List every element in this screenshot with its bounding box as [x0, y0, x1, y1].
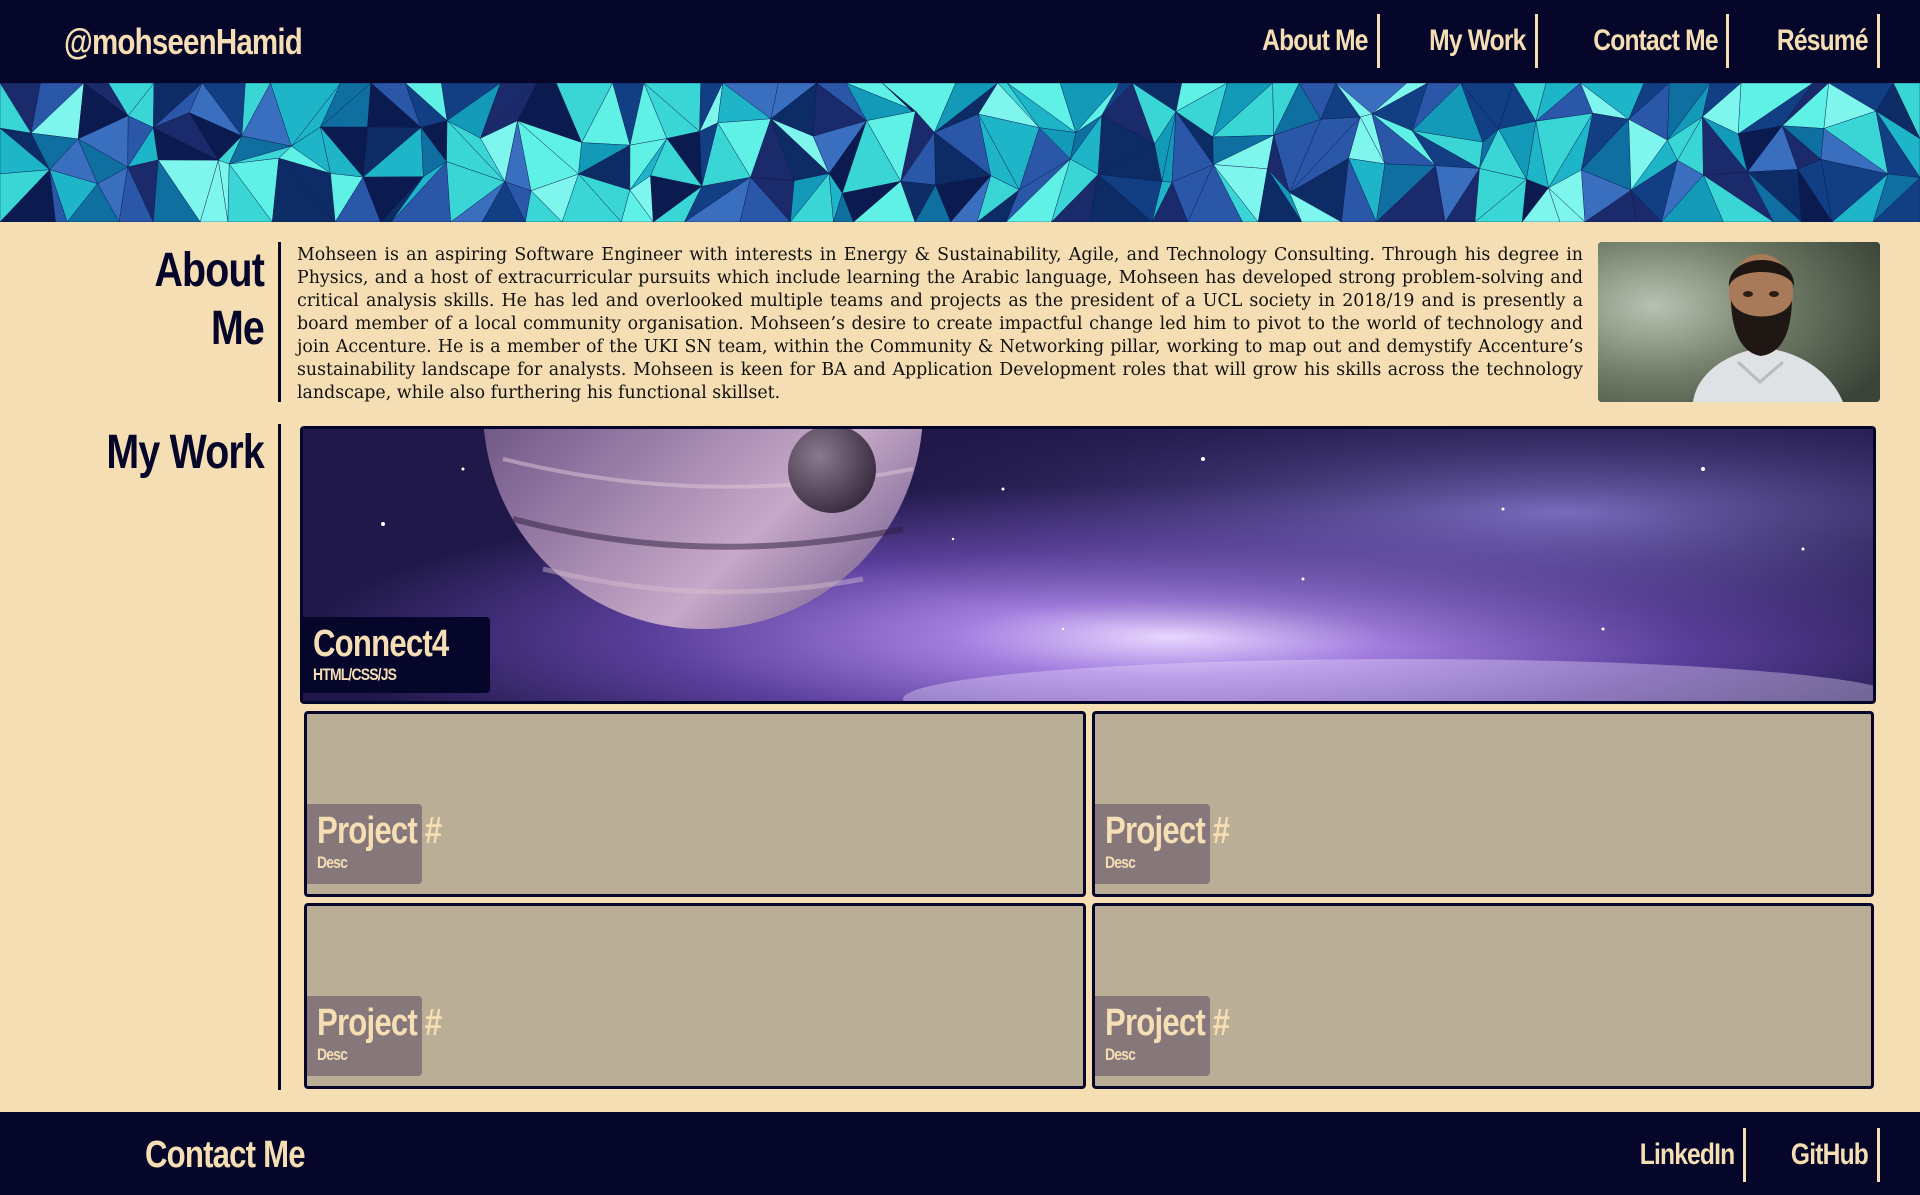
project-desc: Desc: [1105, 1045, 1136, 1064]
footer-links: LinkedIn GitHub: [1591, 1128, 1880, 1182]
profile-photo: [1598, 242, 1880, 402]
project-caption: Project # Desc: [307, 996, 442, 1076]
project-title: Project #: [317, 1002, 442, 1044]
site-header: @mohseenHamid About Me My Work Contact M…: [0, 0, 1920, 83]
project-card[interactable]: Project # Desc: [304, 711, 1086, 897]
site-footer: Contact Me LinkedIn GitHub: [0, 1112, 1920, 1195]
project-title: Project #: [317, 810, 442, 852]
project-card[interactable]: Project # Desc: [304, 903, 1086, 1089]
project-title: Project #: [1105, 1002, 1230, 1044]
hero-banner-image: [0, 83, 1920, 222]
project-card[interactable]: Project # Desc: [1092, 903, 1874, 1089]
work-divider: [278, 424, 281, 1090]
project-desc: Desc: [317, 1045, 348, 1064]
featured-title: Connect4: [313, 623, 449, 665]
nav-contact-me[interactable]: Contact Me: [1538, 14, 1730, 68]
project-caption: Project # Desc: [1095, 804, 1230, 884]
featured-subtitle: HTML/CSS/JS: [313, 665, 397, 684]
nav-about-me[interactable]: About Me: [1211, 14, 1381, 68]
about-title: About Me: [154, 244, 264, 355]
project-desc: Desc: [317, 853, 348, 872]
space-image: [303, 429, 1873, 701]
project-title: Project #: [1105, 810, 1230, 852]
nav-resume[interactable]: Résumé: [1729, 14, 1880, 68]
about-paragraph: Mohseen is an aspiring Software Engineer…: [297, 245, 1583, 403]
linkedin-link[interactable]: LinkedIn: [1591, 1128, 1747, 1182]
project-card[interactable]: Project # Desc: [1092, 711, 1874, 897]
brand-handle[interactable]: @mohseenHamid: [64, 20, 303, 64]
featured-project-card[interactable]: Connect4 HTML/CSS/JS: [300, 426, 1876, 704]
about-divider: [278, 242, 281, 402]
featured-caption: Connect4 HTML/CSS/JS: [303, 617, 491, 693]
project-caption: Project # Desc: [1095, 996, 1230, 1076]
nav-my-work[interactable]: My Work: [1380, 14, 1538, 68]
footer-contact-title: Contact Me: [145, 1134, 306, 1176]
work-title: My Work: [106, 426, 264, 479]
github-link[interactable]: GitHub: [1746, 1128, 1880, 1182]
project-caption: Project # Desc: [307, 804, 442, 884]
project-desc: Desc: [1105, 853, 1136, 872]
top-nav: About Me My Work Contact Me Résumé: [1211, 14, 1880, 68]
